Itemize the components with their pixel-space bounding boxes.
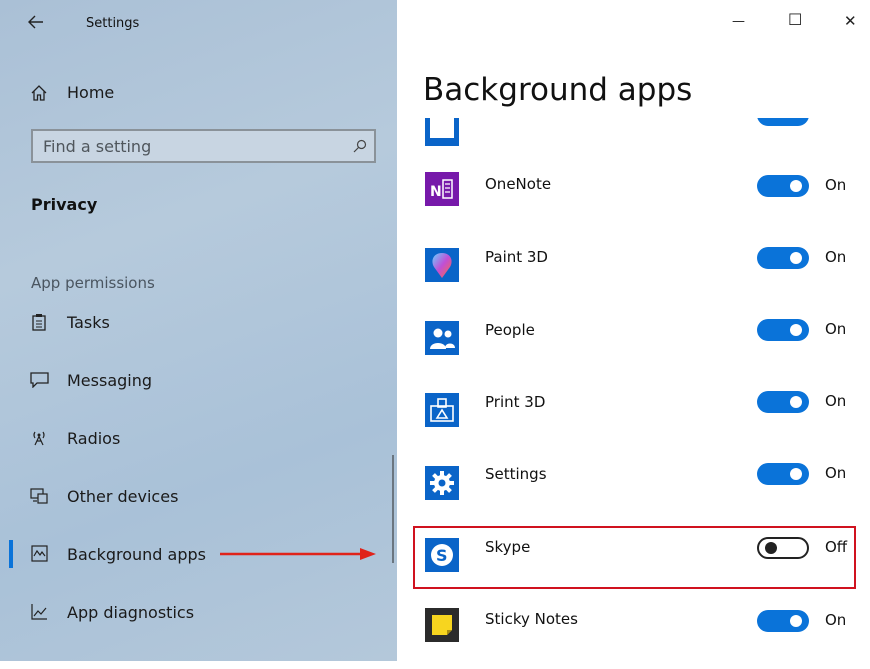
background-apps-icon [31,545,48,562]
partial-toggle [757,118,809,126]
sidebar-item-other-devices[interactable]: Other devices [0,480,397,512]
onenote-icon: N [425,172,459,206]
svg-text:N: N [430,184,442,200]
sidebar-scrollbar[interactable] [392,455,394,563]
sidebar-item-label: Tasks [67,313,110,332]
close-button[interactable]: ✕ [844,12,857,30]
app-name: OneNote [485,175,552,193]
toggle-state-label: Off [825,538,848,556]
sidebar-item-label: Messaging [67,371,153,390]
main-pane: — ☐ ✕ Background apps N OneNote On Paint… [397,0,870,661]
search-box[interactable] [31,129,376,163]
back-arrow-icon[interactable] [28,15,44,29]
sidebar-item-app-diagnostics[interactable]: App diagnostics [0,596,397,628]
toggle-state-label: On [825,392,847,410]
app-name: Skype [485,538,531,556]
minimize-button[interactable]: — [732,14,745,29]
maximize-button[interactable]: ☐ [788,10,802,29]
settings-gear-icon [425,466,459,500]
page-title: Background apps [423,72,693,108]
toggle-switch[interactable] [757,391,809,413]
skype-icon: S [425,538,459,572]
toggle-switch[interactable] [757,610,809,632]
toggle-state-label: On [825,611,847,629]
app-row-sticky-notes: Sticky Notes On [397,605,870,669]
app-row-skype: S Skype Off [397,533,870,597]
partial-app-row [397,118,870,148]
toggle-switch[interactable] [757,463,809,485]
sidebar-item-tasks[interactable]: Tasks [0,306,397,338]
toggle-switch[interactable] [757,319,809,341]
toggle-state-label: On [825,248,847,266]
sidebar-item-messaging[interactable]: Messaging [0,364,397,396]
devices-icon [30,488,48,504]
toggle-switch[interactable] [757,537,809,559]
annotation-arrow [220,546,378,566]
app-row-print-3d: Print 3D On [397,388,870,452]
antenna-icon [31,430,47,446]
toggle-state-label: On [825,320,847,338]
app-row-settings: Settings On [397,460,870,524]
app-name: Print 3D [485,393,546,411]
svg-text:S: S [436,546,448,565]
toggle-state-label: On [825,176,847,194]
chat-bubble-icon [30,372,49,388]
toggle-switch[interactable] [757,175,809,197]
home-icon [30,84,48,102]
app-icon [425,118,459,146]
sidebar-item-radios[interactable]: Radios [0,422,397,454]
group-label: App permissions [31,274,155,292]
clipboard-icon [31,313,47,331]
app-name: People [485,321,535,339]
sidebar-item-label: Radios [67,429,121,448]
section-title: Privacy [31,195,98,214]
sidebar-item-label: App diagnostics [67,603,195,622]
sidebar-item-home[interactable]: Home [0,78,397,108]
app-row-people: People On [397,316,870,380]
toggle-switch[interactable] [757,247,809,269]
print3d-icon [425,393,459,427]
sidebar-item-label: Background apps [67,545,206,564]
search-icon[interactable] [353,139,367,153]
app-name: Settings [485,465,547,483]
sidebar-item-label: Home [67,83,115,102]
sidebar-item-label: Other devices [67,487,179,506]
toggle-state-label: On [825,464,847,482]
settings-sidebar: Settings Home Privacy App permissions Ta… [0,0,397,661]
chart-icon [31,603,48,620]
people-icon [425,321,459,355]
selection-indicator [9,540,13,568]
paint3d-icon [425,248,459,282]
search-input[interactable] [43,131,333,161]
sticky-notes-icon [425,608,459,642]
app-name: Sticky Notes [485,610,578,628]
app-row-paint-3d: Paint 3D On [397,243,870,307]
app-name: Paint 3D [485,248,548,266]
window-title: Settings [86,16,140,31]
app-row-onenote: N OneNote On [397,170,870,234]
